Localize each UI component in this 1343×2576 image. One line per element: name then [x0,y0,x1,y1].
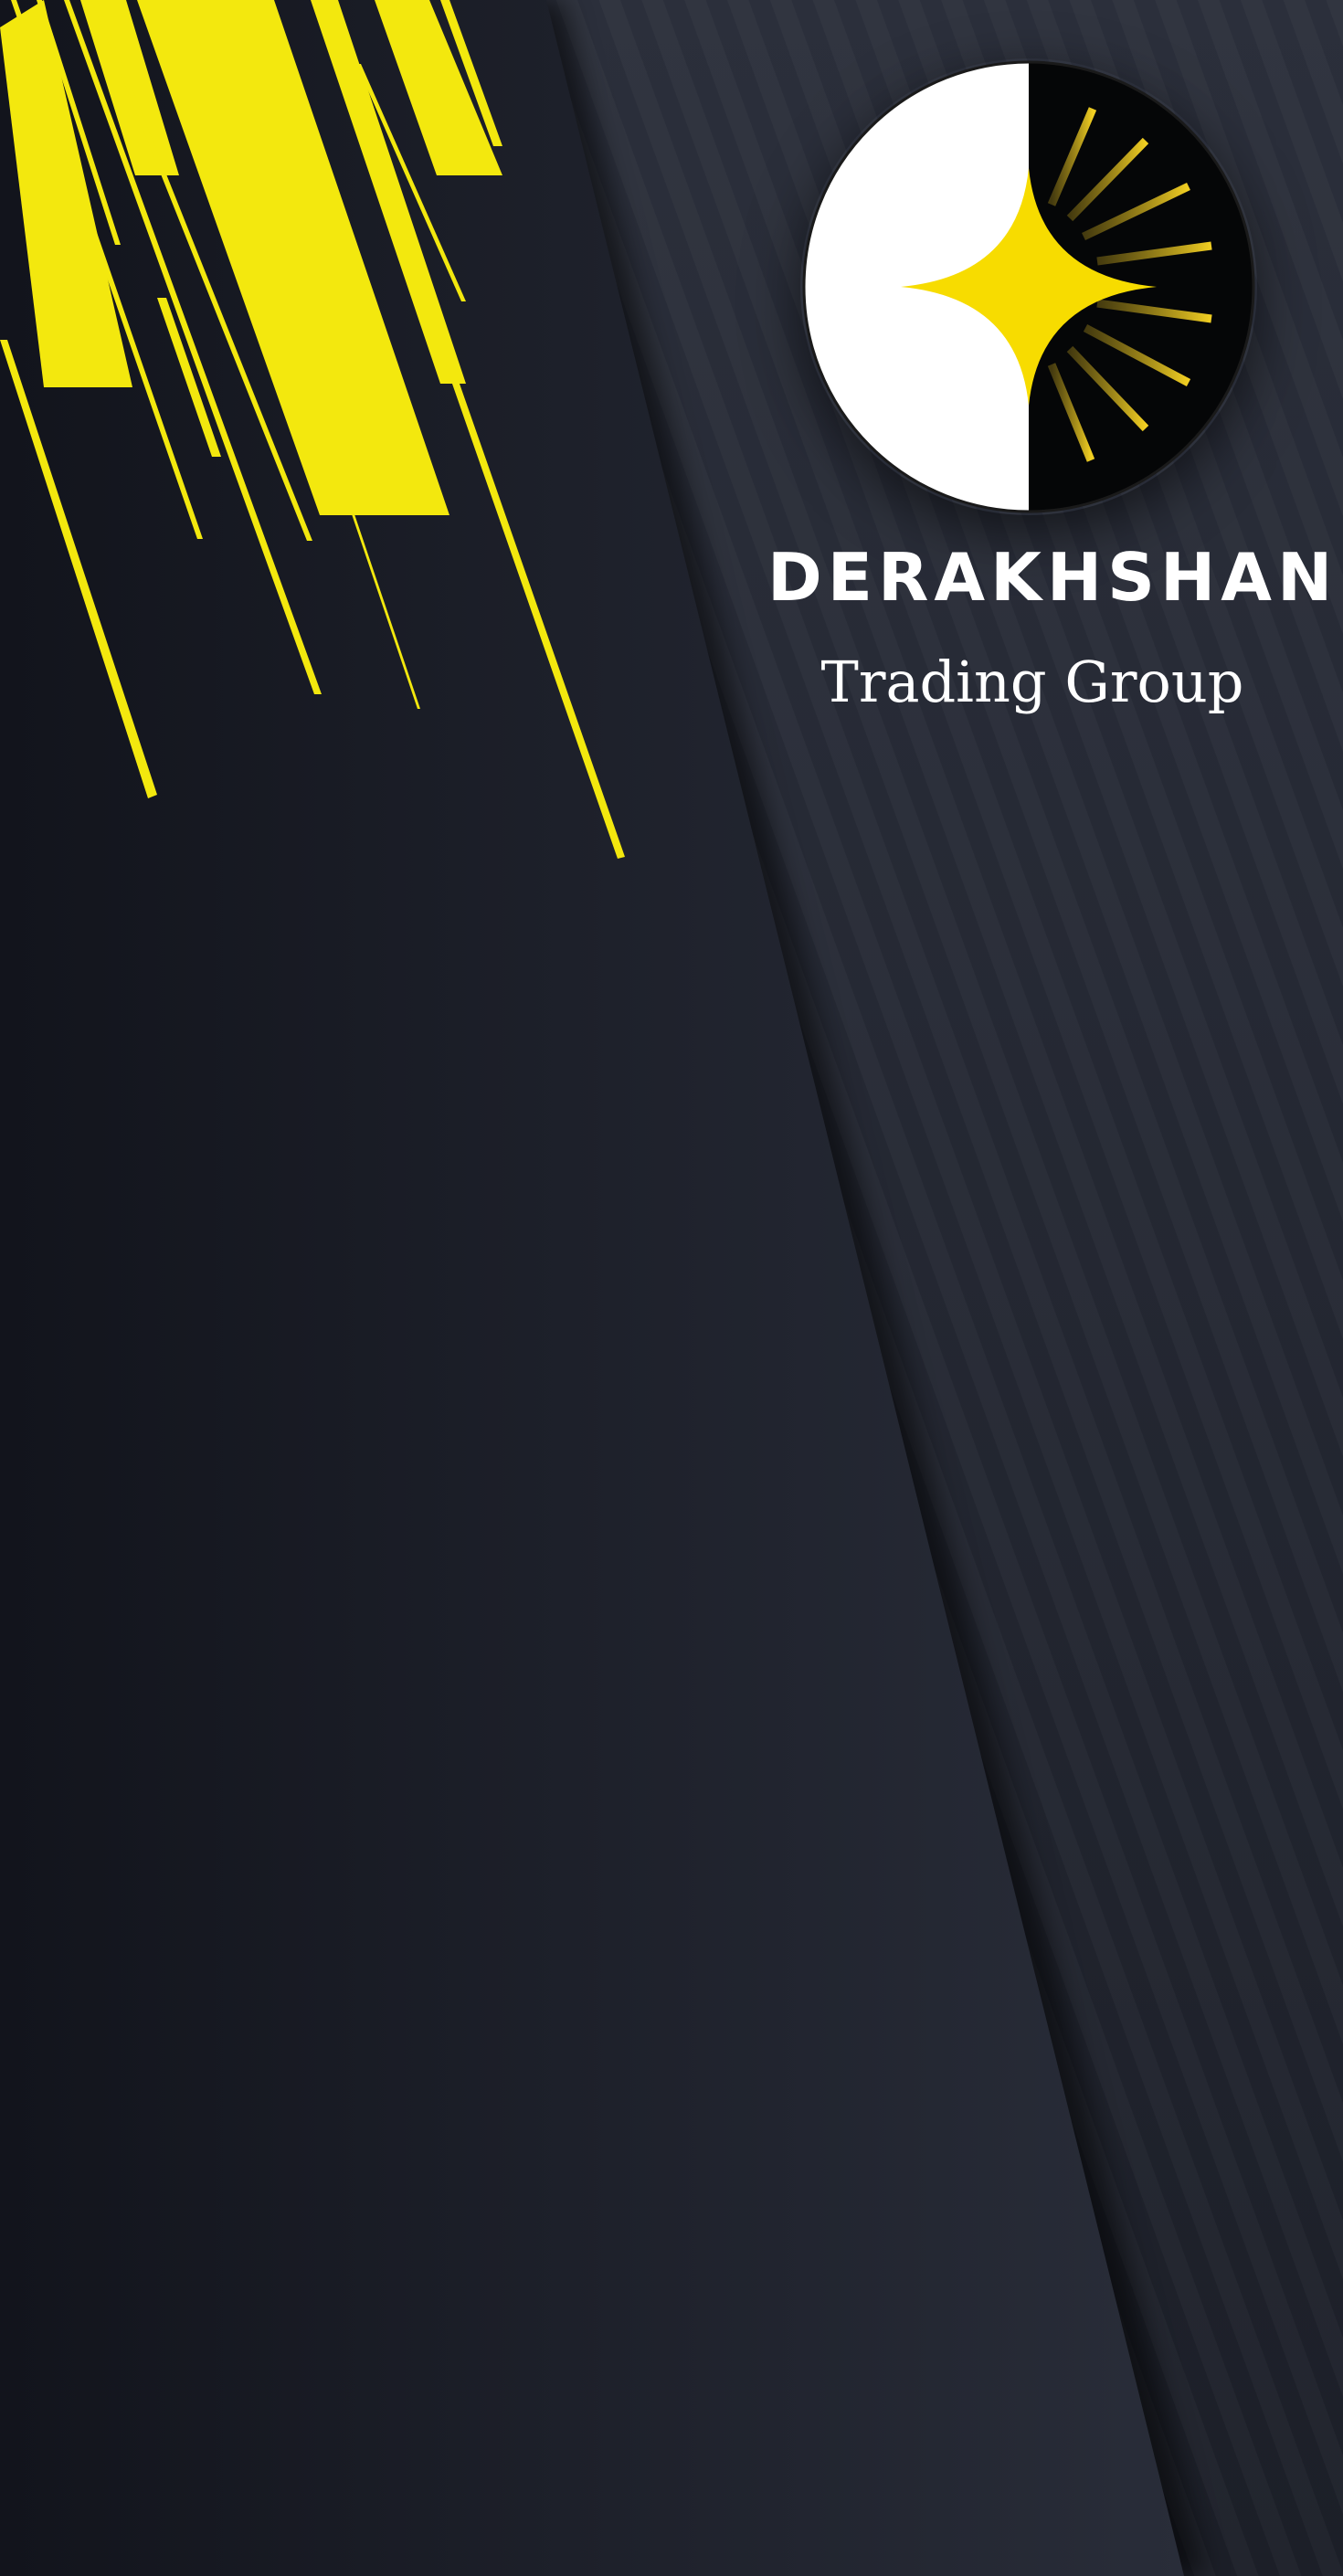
brand-tagline: Trading Group [820,649,1244,715]
logo [800,58,1257,515]
banner-page: DERAKHSHAN Trading Group [0,0,1343,2576]
brand-name: DERAKHSHAN [767,539,1338,616]
star-sunburst-icon [802,60,1255,513]
